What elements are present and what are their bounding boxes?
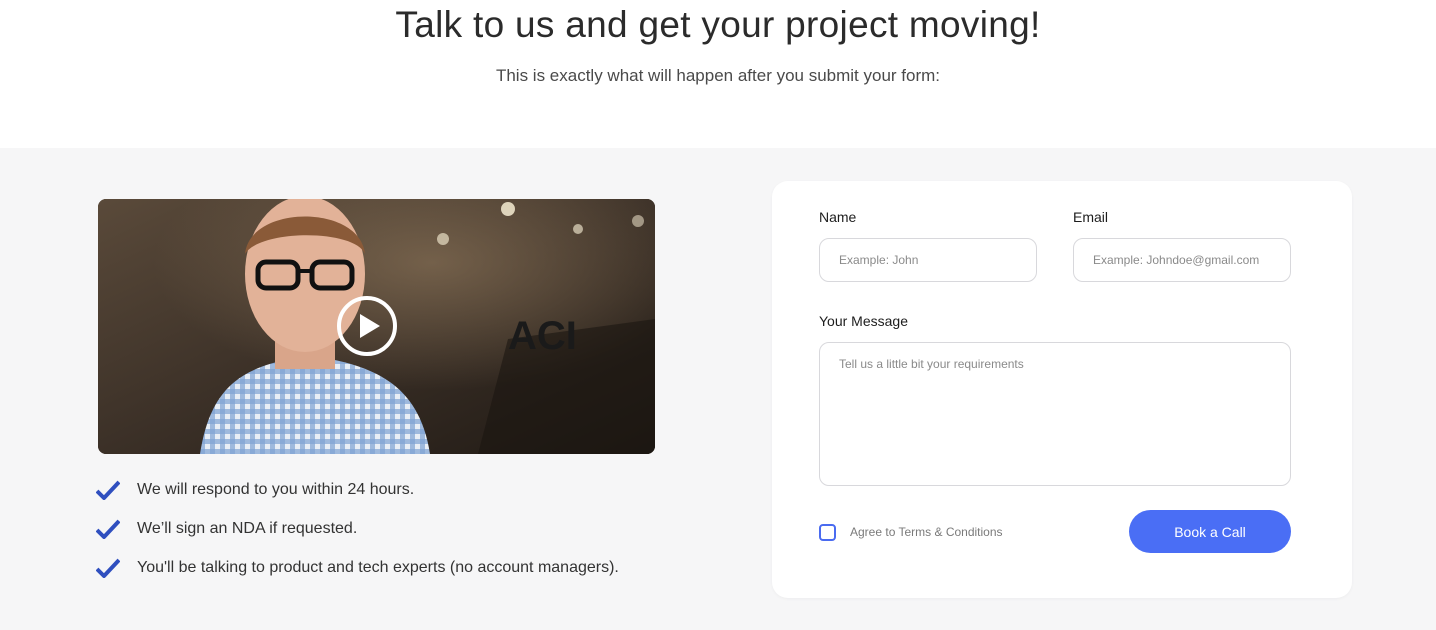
terms-checkbox-row[interactable]: Agree to Terms & Conditions xyxy=(819,521,1003,543)
list-item-text: We’ll sign an NDA if requested. xyxy=(137,520,358,537)
message-label: Your Message xyxy=(819,313,908,329)
checkmark-icon xyxy=(96,519,120,539)
terms-checkbox[interactable] xyxy=(819,523,836,541)
wall-logo: ACI xyxy=(508,314,577,358)
checkmark-icon xyxy=(96,558,120,578)
page-header: Talk to us and get your project moving! … xyxy=(0,0,1436,148)
list-item-text: You'll be talking to product and tech ex… xyxy=(137,559,619,576)
play-circle-icon[interactable] xyxy=(336,295,398,357)
page-subtitle: This is exactly what will happen after y… xyxy=(495,66,941,85)
name-input[interactable] xyxy=(819,238,1037,282)
email-label: Email xyxy=(1073,209,1109,225)
terms-label: Agree to Terms & Conditions xyxy=(850,525,1003,539)
list-item-text: We will respond to you within 24 hours. xyxy=(137,481,415,498)
name-label: Name xyxy=(819,209,857,225)
book-a-call-button[interactable]: Book a Call xyxy=(1129,510,1291,553)
email-input[interactable] xyxy=(1073,238,1291,282)
message-textarea[interactable] xyxy=(819,342,1291,486)
page-title: Talk to us and get your project moving! xyxy=(395,4,1041,45)
checkmark-icon xyxy=(96,480,120,500)
